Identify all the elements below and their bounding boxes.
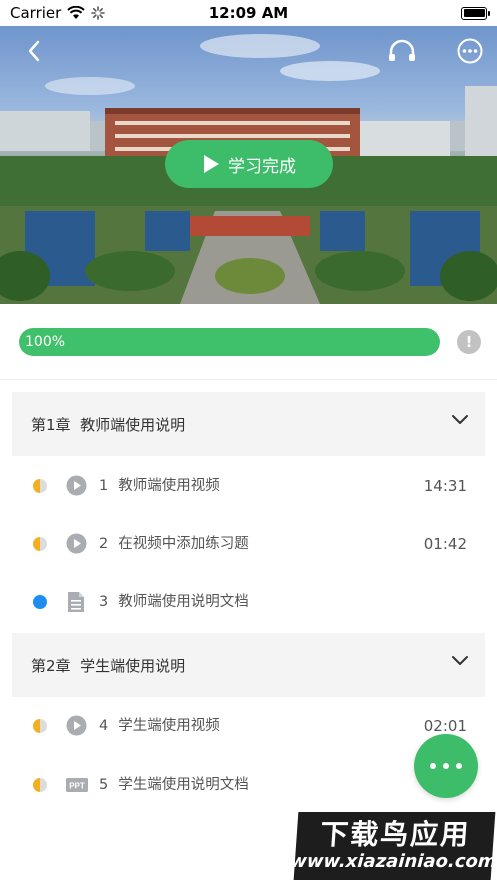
more-actions-fab[interactable]: [414, 734, 478, 798]
progress-label: 100%: [25, 334, 66, 350]
lesson-number: 2: [99, 536, 109, 552]
ppt-badge-text: PPT: [69, 782, 85, 791]
chevron-down-icon: [452, 656, 468, 665]
chapter-title: 第1章 教师端使用说明: [31, 415, 186, 434]
lesson-duration: 14:31: [423, 477, 467, 495]
more-horizontal-icon: [457, 38, 483, 64]
lesson-title: 学生端使用说明文档: [118, 777, 249, 793]
lesson-item[interactable]: 3 教师端使用说明文档: [0, 573, 497, 631]
fab-dot-icon: [443, 763, 449, 769]
play-circle-icon: [66, 715, 87, 736]
lesson-number: 3: [99, 594, 109, 610]
audio-button[interactable]: [382, 31, 422, 71]
ppt-icon: PPT: [66, 778, 88, 792]
lesson-title: 教师端使用视频: [118, 478, 220, 494]
lesson-item[interactable]: 1 教师端使用视频 14:31: [0, 457, 497, 515]
progress-section: 100%: [0, 304, 497, 380]
lesson-duration: 01:42: [423, 535, 467, 553]
chevron-down-icon: [452, 415, 468, 424]
lesson-title: 教师端使用说明文档: [118, 594, 249, 610]
fab-dot-icon: [456, 763, 462, 769]
study-complete-button[interactable]: 学习完成: [165, 140, 333, 188]
course-cover-image: 学习完成: [0, 26, 497, 304]
progress-status-icon: [33, 479, 47, 493]
chapter-header-2[interactable]: 第2章 学生端使用说明: [12, 633, 485, 697]
more-options-button[interactable]: [450, 31, 490, 71]
battery-icon: [461, 6, 490, 20]
status-bar: Carrier 12:09 AM: [0, 0, 497, 26]
watermark-url: www.xiazainiao.com: [289, 851, 497, 872]
progress-fill: [19, 328, 440, 356]
study-complete-label: 学习完成: [228, 156, 296, 177]
lesson-item[interactable]: 2 在视频中添加练习题 01:42: [0, 515, 497, 573]
play-circle-icon: [66, 475, 87, 496]
progress-status-icon: [33, 778, 47, 792]
watermark: 下载鸟应用 www.xiazainiao.com: [289, 812, 497, 880]
progress-status-icon: [33, 537, 47, 551]
document-icon: [68, 592, 84, 612]
progress-bar: 100%: [19, 328, 440, 356]
play-icon: [204, 155, 219, 173]
fab-dot-icon: [430, 763, 436, 769]
chapter-header-1[interactable]: 第1章 教师端使用说明: [12, 392, 485, 456]
chapter-title: 第2章 学生端使用说明: [31, 656, 186, 675]
headphones-icon: [389, 39, 415, 61]
back-button[interactable]: [14, 31, 54, 71]
status-time: 12:09 AM: [208, 4, 289, 22]
progress-status-icon: [33, 719, 47, 733]
lesson-number: 4: [99, 718, 109, 734]
play-circle-icon: [66, 533, 87, 554]
watermark-title: 下载鸟应用: [319, 818, 472, 851]
lesson-title: 在视频中添加练习题: [118, 536, 249, 552]
progress-status-icon: [33, 595, 47, 609]
info-icon[interactable]: !: [457, 330, 481, 354]
lesson-number: 5: [99, 777, 109, 793]
lesson-title: 学生端使用视频: [118, 718, 220, 734]
lesson-number: 1: [99, 478, 109, 494]
chevron-left-icon: [28, 40, 40, 62]
